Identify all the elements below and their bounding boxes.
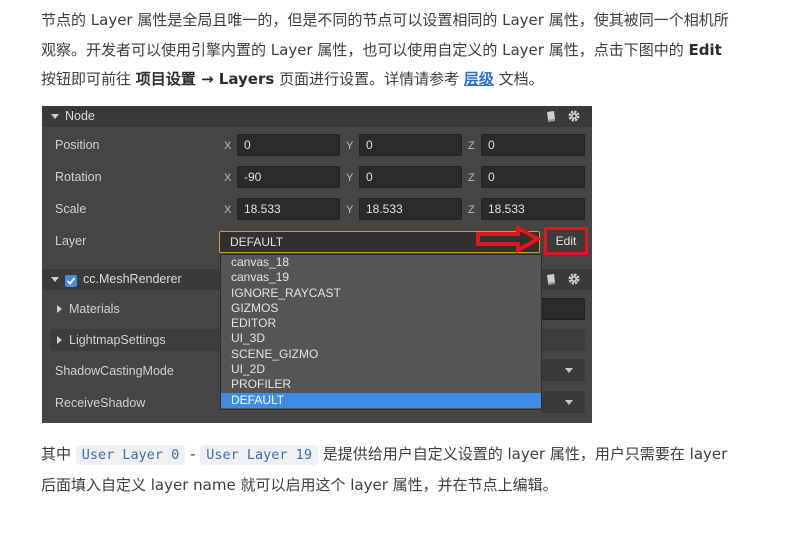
mesh-renderer-title: cc.MeshRenderer [83, 272, 182, 286]
shadow-casting-label: ShadowCastingMode [55, 364, 174, 378]
position-y-input[interactable]: 0 [359, 134, 462, 156]
layer-option[interactable]: PROFILER [221, 377, 541, 392]
arrow-right-icon [476, 225, 543, 253]
rotation-y-axis: Y [346, 172, 354, 184]
layer-label: Layer [55, 234, 87, 248]
layer-dropdown-list[interactable]: canvas_18 canvas_19 IGNORE_RAYCAST GIZMOS ED… [220, 254, 542, 410]
outro-text-1: 其中 [41, 445, 76, 463]
scale-x-axis: X [224, 204, 232, 216]
node-section-header[interactable]: Node [42, 106, 592, 127]
rotation-z-input[interactable]: 0 [481, 166, 585, 188]
layer-option[interactable]: SCENE_GIZMO [221, 347, 541, 362]
position-y-axis: Y [346, 140, 354, 152]
node-header-title: Node [65, 109, 95, 123]
receive-shadow-label: ReceiveShadow [55, 396, 146, 410]
layer-option[interactable]: UI_3D [221, 331, 541, 346]
intro-text-2: 按钮即可前往 [41, 70, 136, 88]
check-icon [66, 277, 76, 285]
layer-option[interactable]: canvas_19 [221, 270, 541, 285]
book-icon[interactable] [545, 273, 557, 285]
layer-option[interactable]: GIZMOS [221, 301, 541, 316]
layer-option[interactable]: UI_2D [221, 362, 541, 377]
collapse-arrow-icon[interactable] [51, 277, 59, 282]
receive-shadow-select[interactable] [541, 391, 585, 413]
gear-icon[interactable] [568, 273, 580, 285]
position-z-axis: Z [468, 140, 475, 152]
rotation-x-input[interactable]: -90 [237, 166, 340, 188]
position-x-input[interactable]: 0 [237, 134, 340, 156]
collapse-arrow-icon[interactable] [51, 114, 59, 119]
scale-z-input[interactable]: 18.533 [481, 198, 585, 220]
expand-arrow-icon[interactable] [57, 336, 62, 344]
chevron-down-icon [565, 400, 573, 405]
intro-text-3: 页面进行设置。详情请参考 [274, 70, 464, 88]
outro-dash: - [185, 445, 201, 463]
materials-label: Materials [69, 302, 120, 316]
layer-option[interactable]: canvas_18 [221, 255, 541, 270]
rotation-y-input[interactable]: 0 [359, 166, 462, 188]
scale-y-axis: Y [346, 204, 354, 216]
rotation-label: Rotation [55, 170, 102, 184]
gear-icon[interactable] [568, 110, 580, 122]
scale-label: Scale [55, 202, 87, 216]
scale-x-input[interactable]: 18.533 [237, 198, 340, 220]
position-label: Position [55, 138, 100, 152]
outro-paragraph: 其中 User Layer 0 - User Layer 19 是提供给用户自定… [41, 440, 741, 500]
layer-option[interactable]: IGNORE_RAYCAST [221, 286, 541, 301]
book-icon[interactable] [545, 110, 557, 122]
layer-option[interactable]: EDITOR [221, 316, 541, 331]
layer-doc-link[interactable]: 层级 [464, 70, 494, 88]
inspector-screenshot: Node Position X 0 Y 0 Z 0 Rotation X -90… [42, 106, 592, 423]
intro-text-4: 文档。 [493, 70, 544, 88]
expand-arrow-icon[interactable] [57, 305, 62, 313]
scale-y-input[interactable]: 18.533 [359, 198, 462, 220]
materials-count-input[interactable] [541, 298, 585, 320]
user-layer-0-code: User Layer 0 [75, 445, 186, 465]
edit-layers-button[interactable]: Edit [544, 227, 588, 255]
lightmap-settings-label: LightmapSettings [69, 333, 166, 347]
intro-edit-word: Edit [688, 40, 722, 59]
position-x-axis: X [224, 140, 232, 152]
intro-project-settings: 项目设置 → Layers [135, 70, 275, 88]
enable-checkbox[interactable] [65, 275, 77, 287]
user-layer-19-code: User Layer 19 [200, 445, 318, 465]
rotation-x-axis: X [224, 172, 232, 184]
shadow-casting-select[interactable] [541, 359, 585, 381]
intro-text-1: 节点的 Layer 属性是全局且唯一的，但是不同的节点可以设置相同的 Layer… [41, 11, 729, 59]
chevron-down-icon [565, 368, 573, 373]
layer-option[interactable]: DEFAULT [221, 392, 541, 408]
rotation-z-axis: Z [468, 172, 475, 184]
position-z-input[interactable]: 0 [481, 134, 585, 156]
intro-paragraph: 节点的 Layer 属性是全局且唯一的，但是不同的节点可以设置相同的 Layer… [41, 6, 741, 95]
scale-z-axis: Z [468, 204, 475, 216]
